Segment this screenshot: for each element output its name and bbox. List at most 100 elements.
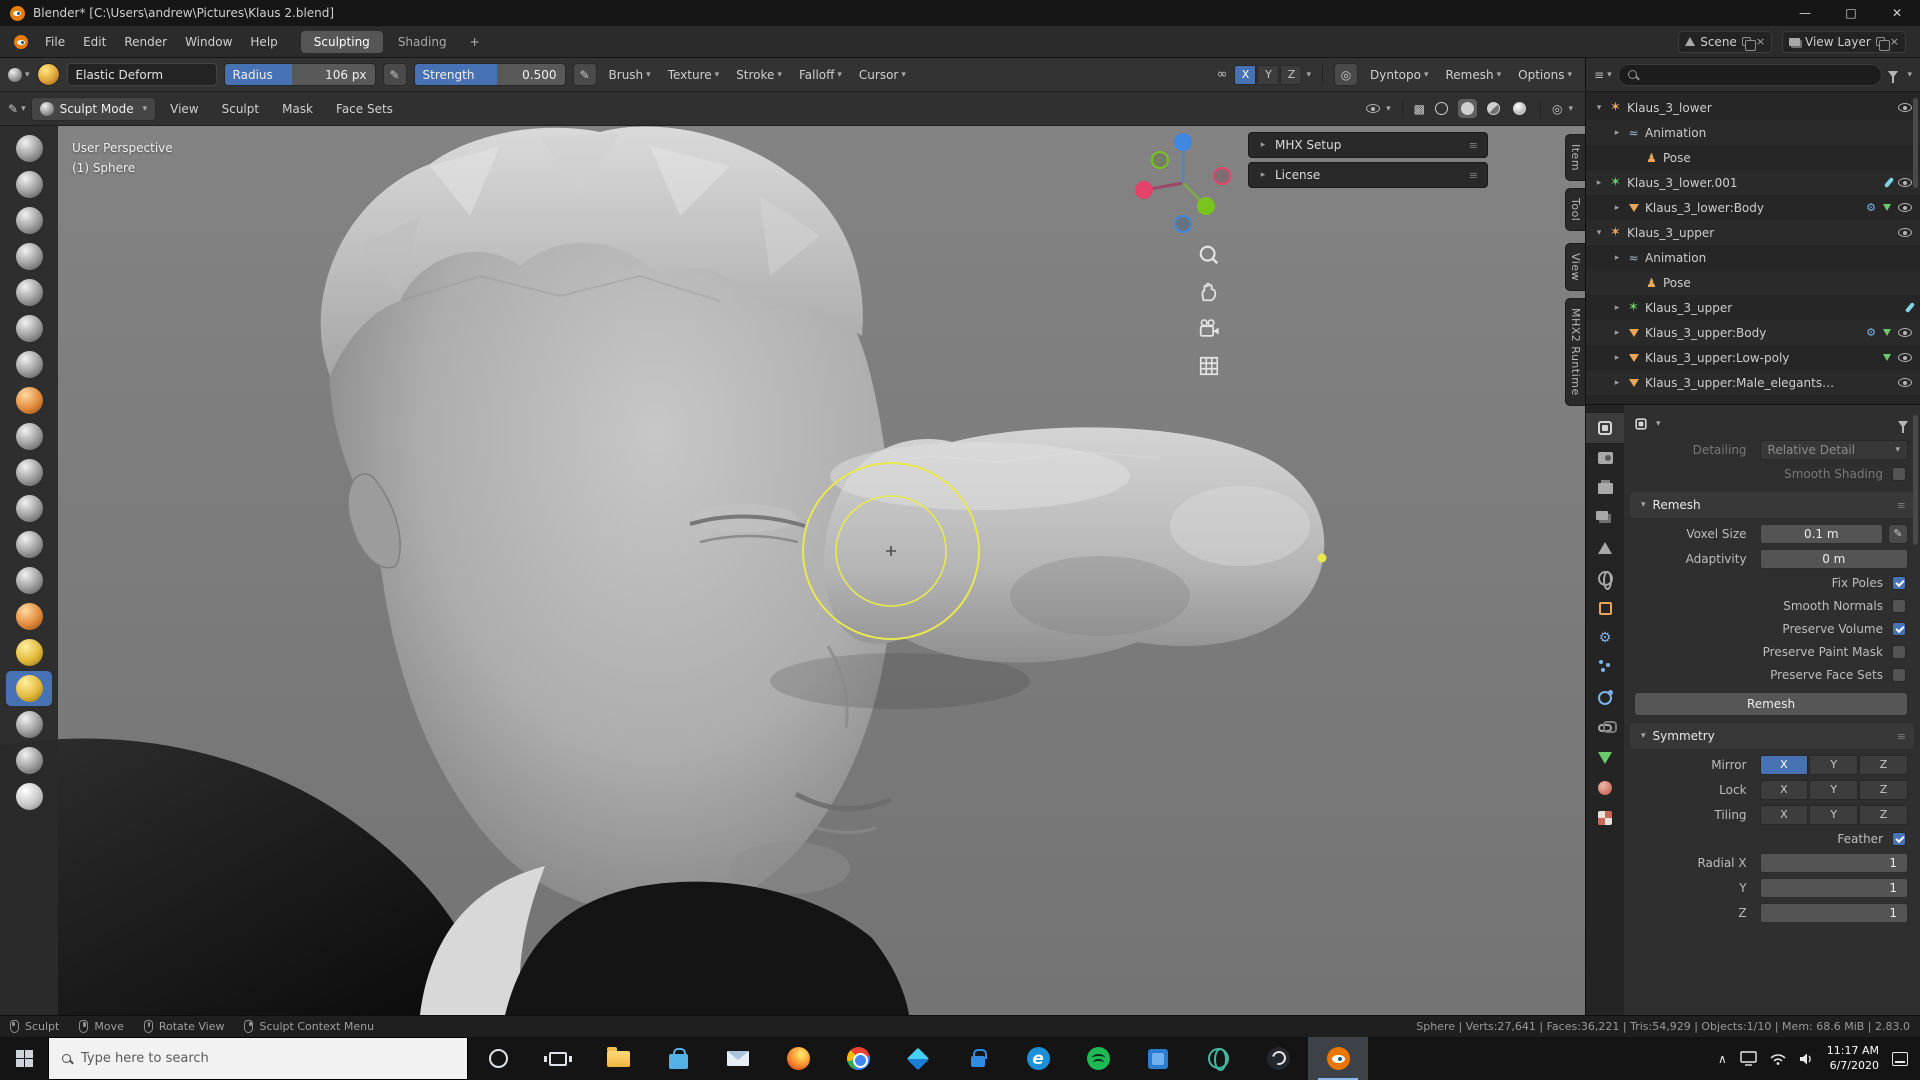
dyntopo-popover[interactable]: Dyntopo▾ [1365, 68, 1433, 82]
hide-in-viewport-toggle[interactable] [1898, 103, 1912, 112]
outliner-search-input[interactable] [1618, 64, 1883, 86]
hide-in-viewport-toggle[interactable] [1898, 353, 1912, 362]
brush-selector-button[interactable]: ▾ [8, 68, 30, 82]
workspace-tab-shading[interactable]: Shading [385, 31, 460, 53]
taskbar-app-maps[interactable] [1188, 1037, 1248, 1080]
menu-view[interactable]: View [161, 94, 207, 124]
new-scene-icon[interactable] [1742, 37, 1751, 46]
tool-snake-hook[interactable] [6, 707, 52, 742]
lock-x-toggle[interactable]: X [1760, 780, 1809, 800]
taskbar-app-obs[interactable] [1248, 1037, 1308, 1080]
taskbar-app-mail[interactable] [708, 1037, 768, 1080]
object-visibility-popover[interactable]: ▾ [1366, 104, 1391, 114]
expand-arrow-icon[interactable]: ▾ [1594, 228, 1604, 238]
hand-icon[interactable] [1198, 281, 1220, 303]
properties-scrollbar[interactable] [1913, 415, 1918, 545]
unlink-scene-icon[interactable]: × [1756, 35, 1765, 48]
outliner-scrollbar[interactable] [1913, 98, 1918, 188]
radial-z-field[interactable]: 1 [1760, 903, 1908, 923]
outliner-row[interactable]: ▸ Klaus_3_upper:Low-poly [1586, 345, 1920, 370]
falloff-popover[interactable]: Falloff▾ [794, 68, 847, 82]
taskbar-app-photos[interactable] [1128, 1037, 1188, 1080]
sidebar-tab-item[interactable]: Item [1565, 134, 1585, 181]
tool-blob[interactable] [6, 383, 52, 418]
filter-icon[interactable] [1898, 421, 1908, 428]
outliner-row[interactable]: ▸ ≈ Animation [1586, 245, 1920, 270]
taskbar-app-spotify[interactable] [1068, 1037, 1128, 1080]
texture-popover[interactable]: Texture▾ [663, 68, 724, 82]
voxel-size-field[interactable]: 0.1 m [1760, 524, 1883, 544]
properties-tab-texture[interactable] [1586, 803, 1624, 833]
tool-pose[interactable] [6, 779, 52, 814]
outliner-editor-type-button[interactable]: ≡ ▾ [1594, 68, 1612, 82]
tool-flatten[interactable] [6, 491, 52, 526]
options-popover[interactable]: Options▾ [1513, 68, 1577, 82]
symmetry-panel-header[interactable]: ▾ Symmetry ≡ [1630, 723, 1914, 749]
mirror-y-toggle[interactable]: Y [1257, 65, 1279, 85]
expand-arrow-icon[interactable]: ▸ [1612, 328, 1622, 338]
panel-grip-icon[interactable]: ≡ [1469, 169, 1478, 182]
taskbar-app-blender[interactable] [1308, 1037, 1368, 1080]
add-workspace-button[interactable]: + [462, 33, 488, 51]
outliner-row[interactable]: ♟ Pose [1586, 145, 1920, 170]
properties-tab-material[interactable] [1586, 773, 1624, 803]
expand-arrow-icon[interactable]: ▸ [1612, 128, 1622, 138]
tool-elastic-deform[interactable] [6, 671, 52, 706]
taskbar-app-file-explorer[interactable] [588, 1037, 648, 1080]
remove-view-layer-icon[interactable]: × [1890, 35, 1899, 48]
expand-arrow-icon[interactable]: ▸ [1612, 303, 1622, 313]
3d-viewport[interactable]: User Perspective (1) Sphere ▸ MHX Setup … [0, 126, 1585, 1015]
preserve-paint-mask-checkbox[interactable] [1892, 645, 1906, 659]
panel-grip-icon[interactable]: ≡ [1897, 499, 1906, 512]
strength-pressure-button[interactable]: ✎ [573, 63, 597, 86]
menu-sculpt[interactable]: Sculpt [213, 94, 268, 124]
tool-fill[interactable] [6, 527, 52, 562]
taskbar-app-task-view[interactable] [528, 1037, 588, 1080]
taskbar-app-microsoft-store[interactable] [648, 1037, 708, 1080]
properties-tab-particles[interactable] [1586, 653, 1624, 683]
new-view-layer-icon[interactable] [1876, 37, 1885, 46]
properties-tab-modifiers[interactable]: ⚙ [1586, 623, 1624, 653]
strength-slider[interactable]: Strength 0.500 [414, 63, 566, 86]
menu-mask[interactable]: Mask [273, 94, 322, 124]
camera-icon[interactable] [1198, 318, 1220, 340]
mirror-x-toggle[interactable]: X [1234, 65, 1256, 85]
navigation-gizmo[interactable] [1128, 128, 1238, 238]
outliner-row[interactable]: ♟ Pose [1586, 270, 1920, 295]
taskbar-app-edge[interactable]: e [1008, 1037, 1068, 1080]
brush-preview[interactable] [37, 63, 60, 86]
maximize-button[interactable]: □ [1828, 0, 1874, 26]
lock-y-toggle[interactable]: Y [1809, 780, 1858, 800]
expand-arrow-icon[interactable]: ▸ [1594, 178, 1604, 188]
license-panel-header[interactable]: ▸ License ≡ [1248, 162, 1488, 188]
action-center-icon[interactable] [1892, 1052, 1908, 1066]
stroke-popover[interactable]: Stroke▾ [731, 68, 787, 82]
shading-wireframe-button[interactable] [1432, 99, 1451, 118]
mirror-z-toggle[interactable]: Z [1859, 755, 1908, 775]
tool-clay-strips[interactable] [6, 239, 52, 274]
tool-smooth[interactable] [6, 455, 52, 490]
outliner-row[interactable]: ▸ ✶ Klaus_3_upper [1586, 295, 1920, 320]
expand-arrow-icon[interactable]: ▸ [1258, 140, 1268, 150]
remesh-panel-header[interactable]: ▾ Remesh ≡ [1630, 492, 1914, 518]
editor-type-button[interactable]: ✎ ▾ [8, 102, 26, 116]
tool-clay[interactable] [6, 203, 52, 238]
taskbar-app-firefox[interactable] [768, 1037, 828, 1080]
radius-pressure-button[interactable]: ✎ [383, 63, 407, 86]
tool-scrape[interactable] [6, 563, 52, 598]
taskbar-app-chrome[interactable] [828, 1037, 888, 1080]
tool-thumb[interactable] [6, 743, 52, 778]
close-button[interactable]: ✕ [1874, 0, 1920, 26]
xray-toggle-icon[interactable]: ▩ [1414, 102, 1425, 116]
tiling-z-toggle[interactable]: Z [1859, 805, 1908, 825]
properties-tab-physics[interactable] [1586, 683, 1624, 713]
start-button[interactable] [0, 1037, 48, 1080]
shading-solid-button[interactable] [1458, 99, 1477, 118]
panel-grip-icon[interactable]: ≡ [1897, 730, 1906, 743]
mode-select[interactable]: Sculpt Mode ▾ [31, 97, 157, 121]
outliner-row[interactable]: ▸ ✶ Klaus_3_lower.001 [1586, 170, 1920, 195]
properties-tab-output[interactable] [1586, 473, 1624, 503]
mirror-y-toggle[interactable]: Y [1809, 755, 1858, 775]
smooth-shading-checkbox[interactable] [1892, 467, 1906, 481]
menu-render[interactable]: Render [115, 27, 176, 57]
